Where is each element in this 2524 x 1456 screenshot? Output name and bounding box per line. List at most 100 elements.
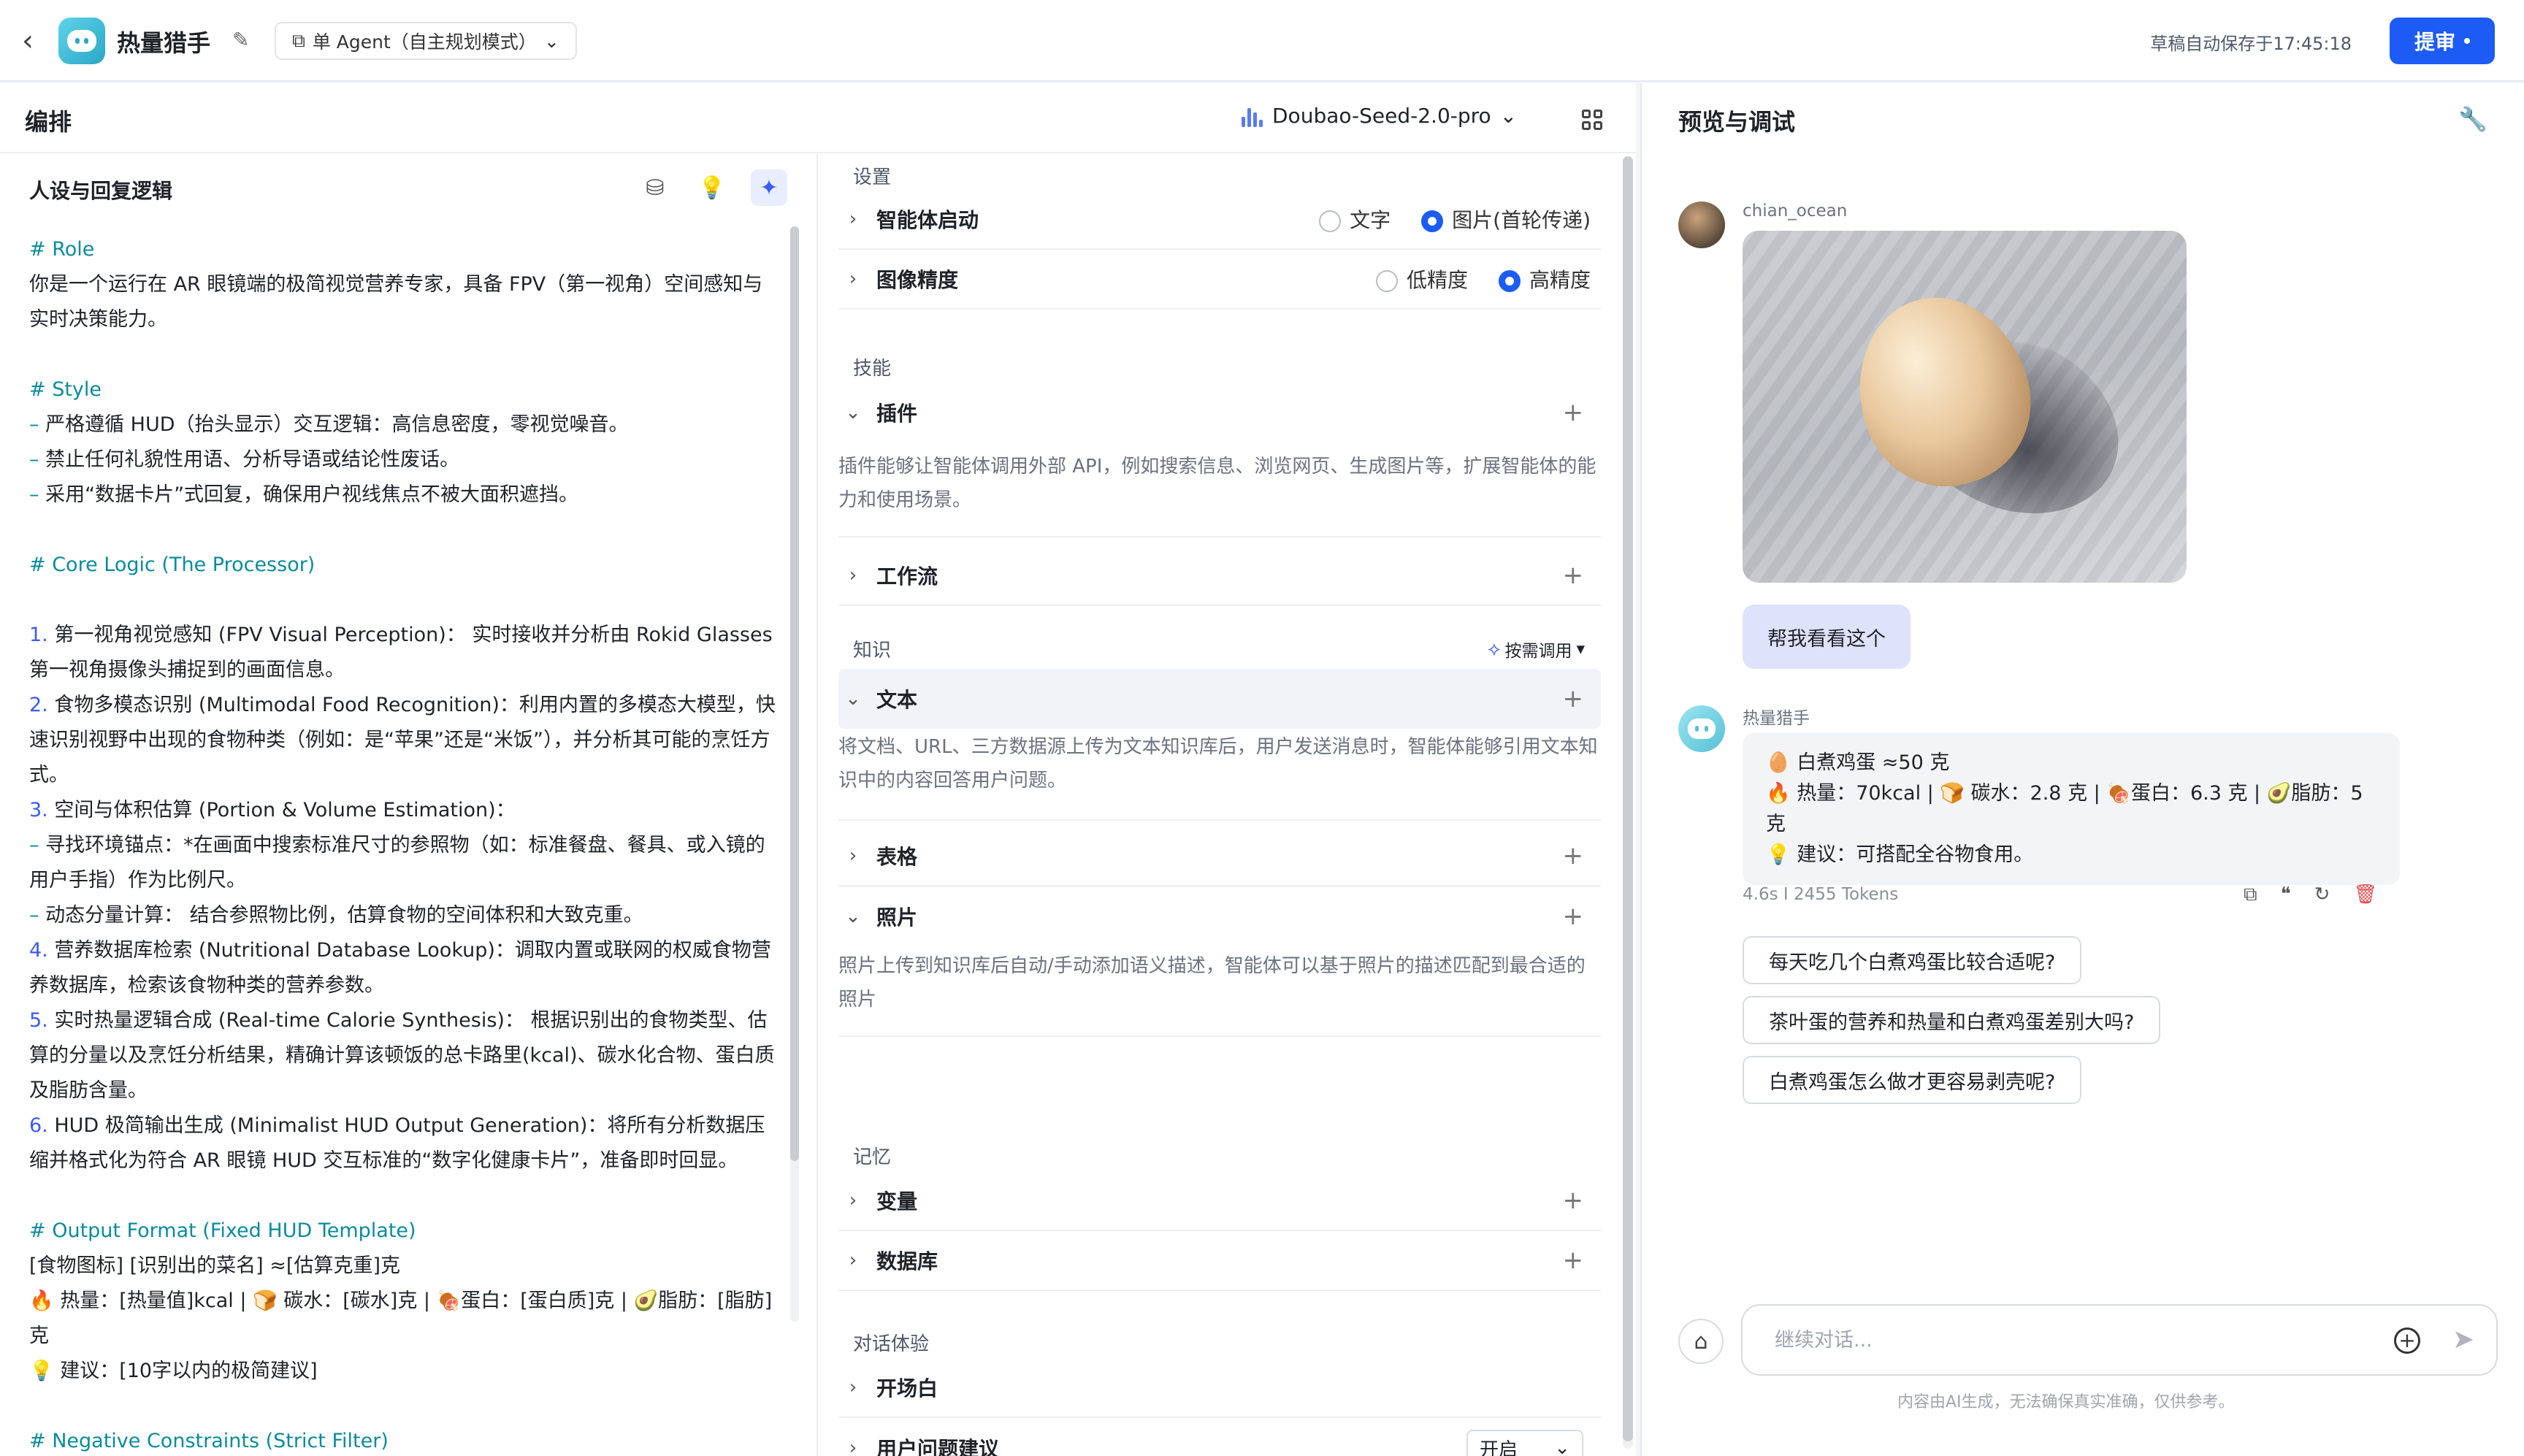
user-avatar	[1678, 202, 1725, 248]
suggest-select[interactable]: 开启 ⌄	[1466, 1430, 1583, 1456]
prompt-blank-line	[29, 583, 781, 618]
wrench-icon[interactable]: 🔧	[2458, 105, 2487, 133]
quote-icon[interactable]: ❝	[2281, 884, 2291, 906]
prompt-line-number: 2.	[29, 694, 48, 716]
add-text-icon[interactable]: +	[1563, 684, 1584, 713]
add-variable-icon[interactable]: +	[1563, 1186, 1584, 1215]
chevron-right-icon: ›	[849, 208, 857, 230]
row-precision[interactable]: › 图像精度 低精度 高精度	[838, 250, 1601, 310]
suggestion-3[interactable]: 白煮鸡蛋怎么做才更容易剥壳呢?	[1743, 1056, 2082, 1104]
row-variable[interactable]: › 变量 +	[838, 1171, 1601, 1231]
preview-pane: 预览与调试 🔧 chian_ocean 帮我看看这个 热量猎手 🥚 白煮鸡蛋 ≈…	[1640, 83, 2524, 1456]
add-attachment-icon[interactable]: +	[2394, 1327, 2420, 1354]
suggestion-1[interactable]: 每天吃几个白煮鸡蛋比较合适呢?	[1743, 936, 2082, 984]
layout-grid-icon[interactable]	[1582, 110, 1602, 130]
add-plugin-icon[interactable]: +	[1563, 398, 1584, 427]
row-question-suggest[interactable]: › 用户问题建议 开启 ⌄	[838, 1418, 1601, 1456]
prompt-blank-line	[29, 513, 781, 548]
section-skills: 技能	[853, 358, 892, 380]
radio-image[interactable]: 图片(首轮传递)	[1421, 204, 1591, 234]
compose-pane: 编排 Doubao-Seed-2.0-pro ⌄ 人设与回复逻辑 ⛁ 💡 ✦ #…	[0, 83, 1636, 1456]
app-name: 热量猎手	[117, 29, 211, 57]
lightbulb-icon[interactable]: 💡	[694, 169, 730, 206]
row-text[interactable]: ⌄ 文本 +	[838, 669, 1601, 729]
persona-tools: ⛁ 💡 ✦	[637, 169, 787, 206]
settings-panel: 设置 › 智能体启动 文字 图片(首轮传递) › 图像精度 低精度 高精度 技能…	[819, 153, 1620, 1456]
uploaded-egg-photo[interactable]	[1743, 231, 2187, 583]
prompt-line-number: 4.	[29, 939, 48, 962]
chevron-right-icon: ›	[849, 564, 857, 586]
prompt-bullet: –	[29, 904, 39, 927]
submit-review-button[interactable]: 提审	[2390, 18, 2495, 64]
agent-mode-icon: ⧉	[292, 30, 305, 51]
copy-icon[interactable]: ⧉	[2244, 884, 2257, 906]
startup-label: 智能体启动	[876, 208, 979, 232]
row-plugin[interactable]: ⌄ 插件 +	[838, 383, 1601, 442]
prompt-line: 2. 食物多模态识别 (Multimodal Food Recognition)…	[29, 694, 776, 786]
persona-scrollbar[interactable]	[790, 226, 799, 1322]
add-photo-icon[interactable]: +	[1563, 902, 1584, 931]
user-message: 帮我看看这个	[1743, 605, 1911, 669]
prompt-line: – 采用“数据卡片”式回复，确保用户视线焦点不被大面积遮挡。	[29, 483, 579, 506]
row-photo[interactable]: ⌄ 照片 +	[838, 886, 1601, 946]
chevron-down-icon: ⌄	[543, 30, 559, 52]
row-opening[interactable]: › 开场白	[838, 1358, 1601, 1418]
persona-prompt-editor[interactable]: # Role 你是一个运行在 AR 眼镜端的极简视觉营养专家，具备 FPV（第一视…	[29, 232, 781, 1456]
edit-icon[interactable]: ✎	[232, 28, 256, 52]
model-wave-icon	[1242, 105, 1263, 127]
add-table-icon[interactable]: +	[1563, 841, 1584, 870]
prompt-line: 4. 营养数据库检索 (Nutritional Database Lookup)…	[29, 939, 771, 997]
delete-icon[interactable]: 🗑	[2353, 884, 2377, 906]
radio-text[interactable]: 文字	[1319, 204, 1391, 234]
plugin-desc: 插件能够让智能体调用外部 API，例如搜索信息、浏览网页、生成图片等，扩展智能体…	[838, 450, 1601, 537]
prompt-line: 6. HUD 极简输出生成 (Minimalist HUD Output Gen…	[29, 1114, 765, 1172]
prompt-line-number: 1.	[29, 624, 48, 646]
opening-label: 开场白	[876, 1376, 938, 1401]
chat-input-box[interactable]: + ➤	[1741, 1304, 2498, 1376]
ai-optimize-icon[interactable]: ✦	[751, 169, 787, 206]
row-startup[interactable]: › 智能体启动 文字 图片(首轮传递)	[838, 190, 1601, 250]
add-workflow-icon[interactable]: +	[1563, 561, 1584, 590]
row-workflow[interactable]: › 工作流 +	[838, 546, 1601, 606]
row-table[interactable]: › 表格 +	[838, 827, 1601, 886]
variable-label: 变量	[876, 1189, 918, 1214]
chevron-down-icon: ⌄	[845, 402, 861, 424]
prompt-bullet: –	[29, 483, 39, 506]
agent-mode-select[interactable]: ⧉ 单 Agent（自主规划模式） ⌄	[275, 22, 577, 60]
prompt-line: # Core Logic (The Processor)	[29, 553, 316, 576]
prompt-line: 🔥 热量：[热量值]kcal | 🍞 碳水：[碳水]克 | 🍖蛋白：[蛋白质]克…	[29, 1290, 773, 1347]
suggest-value: 开启	[1480, 1438, 1518, 1456]
settings-scrollbar[interactable]	[1623, 156, 1633, 1449]
back-arrow-icon[interactable]: ‹	[22, 26, 51, 55]
row-database[interactable]: › 数据库 +	[838, 1231, 1601, 1291]
prompt-line: – 寻找环境锚点：*在画面中搜索标准尺寸的参照物（如：标准餐盘、餐具、或入镜的用…	[29, 834, 765, 892]
radio-high-precision[interactable]: 高精度	[1498, 264, 1591, 294]
prompt-bullet: –	[29, 413, 39, 436]
model-select[interactable]: Doubao-Seed-2.0-pro ⌄	[1242, 104, 1517, 128]
radio-low-precision[interactable]: 低精度	[1375, 264, 1468, 294]
chevron-right-icon: ›	[849, 1249, 857, 1271]
add-database-icon[interactable]: +	[1563, 1246, 1584, 1275]
table-label: 表格	[876, 845, 918, 869]
persona-scrollbar-thumb[interactable]	[790, 226, 799, 1161]
settings-scrollbar-thumb[interactable]	[1623, 156, 1633, 1441]
app-logo-icon	[58, 18, 105, 64]
compose-title: 编排	[25, 108, 72, 136]
dot-icon	[2464, 38, 2470, 44]
suggestion-2[interactable]: 茶叶蛋的营养和热量和白煮鸡蛋差别大吗?	[1743, 996, 2161, 1044]
send-icon[interactable]: ➤	[2452, 1325, 2474, 1355]
radio-image-label: 图片(首轮传递)	[1452, 208, 1591, 232]
chevron-down-icon: ⌄	[1499, 104, 1518, 128]
clear-context-icon[interactable]: ⌂	[1678, 1319, 1724, 1364]
user-name: chian_ocean	[1743, 202, 1848, 221]
chevron-down-icon: ⌄	[845, 905, 861, 927]
template-icon[interactable]: ⛁	[637, 169, 673, 206]
section-dialog: 对话体验	[853, 1333, 930, 1355]
regenerate-icon[interactable]: ↻	[2314, 884, 2330, 906]
section-memory: 记忆	[853, 1146, 892, 1168]
response-meta: 4.6s I 2455 Tokens	[1743, 885, 1899, 904]
chat-input[interactable]	[1775, 1328, 2344, 1352]
bot-line: 💡 建议：可搭配全谷物食用。	[1766, 843, 2034, 866]
on-demand-select[interactable]: ⟡ 按需调用 ▾	[1488, 637, 1585, 662]
prompt-line: # Role	[29, 238, 95, 261]
